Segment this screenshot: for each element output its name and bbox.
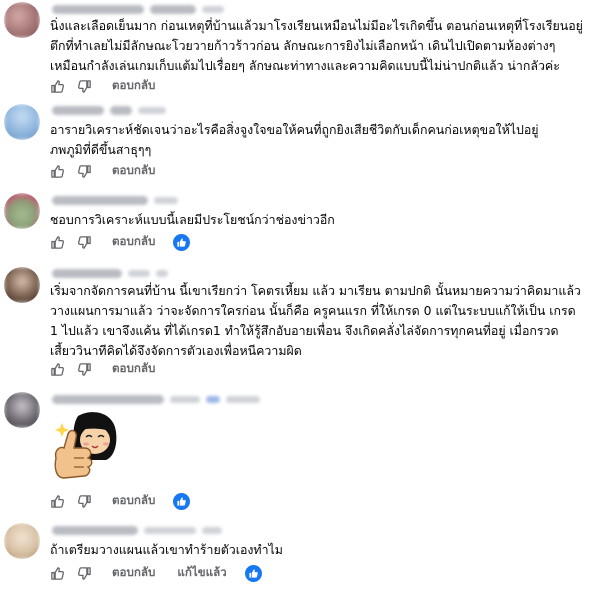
edited-label: แก้ไขแล้ว [177,565,227,579]
thumbs-up-girl-sticker[interactable] [48,408,128,488]
comment-author-meta [52,103,166,117]
thumbs-down-icon[interactable] [77,566,92,581]
like-reaction-icon[interactable] [173,492,191,510]
comment-text: นิ่งและเลือดเย็นมาก ก่อนเหตุที่บ้านแล้วม… [50,18,583,73]
comment-actions: ตอบกลับ [50,233,191,251]
thumbs-up-icon[interactable] [50,494,65,509]
thumbs-down-icon[interactable] [77,235,92,250]
comment-actions: ตอบกลับ [50,360,155,378]
avatar[interactable] [4,523,40,559]
thumbs-down-icon[interactable] [77,494,92,509]
thumbs-up-icon[interactable] [50,566,65,581]
comment-author-meta [52,266,168,280]
thumbs-down-icon[interactable] [77,362,92,377]
comment-text: ชอบการวิเคราะห์แบบนี้เลยมีประโยชน์กว่าช่… [50,212,335,227]
comment-author-meta [52,392,260,406]
avatar[interactable] [4,104,40,140]
comment-text: อารายวิเคราะห์ชัดเจนว่าอะไรคือสิ่งจูงใจข… [50,122,539,157]
avatar[interactable] [4,2,40,38]
comment-actions: ตอบกลับ [50,77,155,95]
reply-button[interactable]: ตอบกลับ [112,162,155,180]
reply-button[interactable]: ตอบกลับ [112,492,155,510]
comment-actions: ตอบกลับ แก้ไขแล้ว [50,564,262,582]
thumbs-up-icon[interactable] [50,235,65,250]
thumbs-down-icon[interactable] [77,164,92,179]
thumbs-up-icon[interactable] [50,362,65,377]
comment-author-meta [52,2,224,16]
comment-text: เริ่มจากจัดการคนที่บ้าน นี้เขาเรียกว่า โ… [50,283,581,358]
thumbs-up-icon[interactable] [50,164,65,179]
reply-button[interactable]: ตอบกลับ [112,77,155,95]
comment-actions: ตอบกลับ [50,162,155,180]
avatar[interactable] [4,392,40,428]
comment-text: ถ้าเตรียมวางแผนแล้วเขาทำร้ายตัวเองทำไม [50,542,283,557]
comment-actions: ตอบกลับ [50,492,191,510]
thumbs-up-icon[interactable] [50,79,65,94]
reply-button[interactable]: ตอบกลับ [112,564,155,582]
like-reaction-icon[interactable] [244,564,262,582]
reply-button[interactable]: ตอบกลับ [112,233,155,251]
comment-author-meta [52,193,178,207]
avatar[interactable] [4,267,40,303]
comment-author-meta [52,523,222,537]
thumbs-down-icon[interactable] [77,79,92,94]
reply-button[interactable]: ตอบกลับ [112,360,155,378]
like-reaction-icon[interactable] [173,233,191,251]
avatar[interactable] [4,193,40,229]
